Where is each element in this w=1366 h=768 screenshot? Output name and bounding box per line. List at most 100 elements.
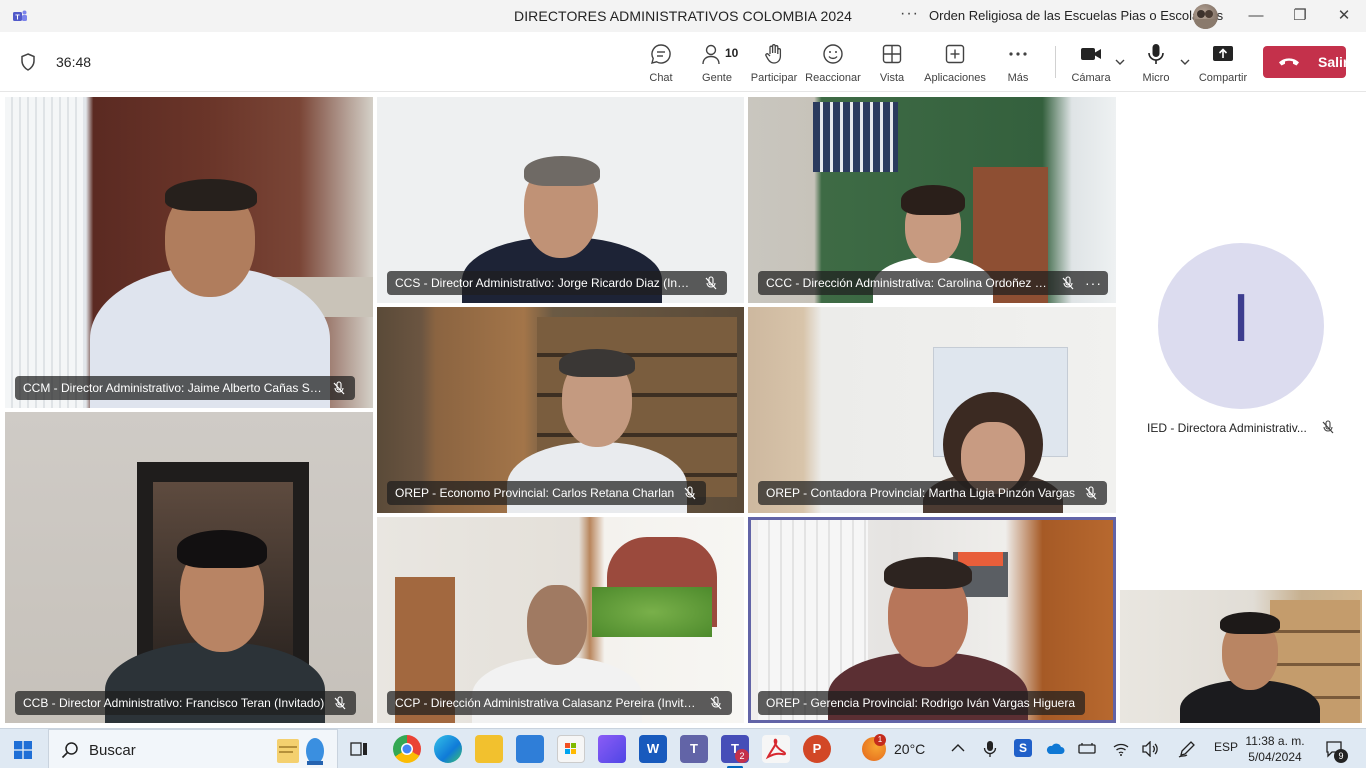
powerpoint-app[interactable]: P <box>803 735 831 763</box>
participant-name-label: CCS - Director Administrativo: Jorge Ric… <box>387 271 727 295</box>
view-label: Vista <box>879 72 905 84</box>
wifi-icon[interactable] <box>1113 741 1129 757</box>
taskbar-clock[interactable]: 11:38 a. m. 5/04/2024 <box>1244 733 1306 765</box>
file-explorer-app[interactable] <box>475 735 503 763</box>
meeting-timer: 36:48 <box>56 54 92 70</box>
raise-hand-icon <box>765 44 782 64</box>
participant-name-label: OREP - Gerencia Provincial: Rodrigo Iván… <box>758 691 1086 715</box>
participant-tile-orep-economo[interactable]: OREP - Economo Provincial: Carlos Retana… <box>377 307 744 513</box>
organization-avatar[interactable] <box>1193 4 1218 29</box>
participant-tile-ccb[interactable]: CCB - Director Administrativo: Francisco… <box>5 412 373 723</box>
add-apps-icon <box>945 44 965 64</box>
participant-tile-orep-contadora[interactable]: OREP - Contadora Provincial: Martha Ligi… <box>748 307 1116 513</box>
chrome-app[interactable] <box>393 735 421 763</box>
task-view-icon[interactable] <box>350 740 368 758</box>
teams-icon: T <box>690 741 698 756</box>
participant-name: CCS - Director Administrativo: Jorge Ric… <box>395 276 706 290</box>
participant-name: IED - Directora Administrativ... <box>1147 421 1307 435</box>
mic-muted-icon <box>334 696 346 710</box>
participant-tile-orep-gerencia[interactable]: OREP - Gerencia Provincial: Rodrigo Iván… <box>748 517 1116 723</box>
search-placeholder: Buscar <box>89 742 136 759</box>
meeting-toolbar: 36:48 Chat 10 Gente Participar Reacciona… <box>0 32 1366 92</box>
teams-app[interactable]: T 2 <box>721 735 749 763</box>
input-language[interactable]: ESP <box>1214 740 1238 754</box>
restore-button[interactable]: ❐ <box>1290 6 1310 26</box>
participant-name: CCM - Director Administrativo: Jaime Alb… <box>23 381 334 395</box>
taskbar-search[interactable]: Buscar <box>48 729 338 768</box>
participant-name-label: CCM - Director Administrativo: Jaime Alb… <box>15 376 355 400</box>
windows-taskbar: Buscar W T T 2 P 1 20°C S ESP 11:38 a. m… <box>0 728 1366 768</box>
folder-icon <box>475 735 503 763</box>
participant-name-label: OREP - Economo Provincial: Carlos Retana… <box>387 481 707 505</box>
volume-icon[interactable] <box>1142 741 1160 757</box>
edge-app[interactable] <box>434 735 462 763</box>
leave-button[interactable]: Salir <box>1263 46 1349 78</box>
network-device-icon[interactable] <box>1078 741 1096 756</box>
camera-icon <box>1081 48 1101 60</box>
store-icon <box>565 743 576 754</box>
close-window-button[interactable]: ✕ <box>1334 6 1354 26</box>
participant-tile-ccm[interactable]: CCM - Director Administrativo: Jaime Alb… <box>5 97 373 408</box>
onedrive-cloud-icon[interactable] <box>1045 742 1065 755</box>
title-bar: T DIRECTORES ADMINISTRATIVOS COLOMBIA 20… <box>0 0 1366 32</box>
control-panel-app[interactable] <box>516 735 544 763</box>
participant-name: OREP - Economo Provincial: Carlos Retana… <box>395 486 675 500</box>
more-label: Más <box>1007 72 1029 84</box>
chevron-up-icon[interactable] <box>951 743 965 753</box>
word-icon: W <box>646 741 660 756</box>
participant-avatar-ied[interactable]: I <box>1158 243 1324 409</box>
shelf-binders <box>813 102 898 172</box>
participant-name-label: CCC - Dirección Administrativa: Carolina… <box>758 271 1108 295</box>
organization-name[interactable]: Orden Religiosa de las Escuelas Pias o E… <box>929 8 1223 23</box>
avatar-initial: I <box>1231 283 1251 357</box>
video-gallery: CCM - Director Administrativo: Jaime Alb… <box>0 93 1366 728</box>
participant-name-label: OREP - Contadora Provincial: Martha Ligi… <box>758 481 1108 505</box>
people-icon <box>702 44 720 65</box>
microphone-icon <box>1148 44 1164 64</box>
powerpoint-icon: P <box>812 741 822 756</box>
tile-more-options[interactable]: ··· <box>1085 271 1102 295</box>
acrobat-app[interactable] <box>762 735 790 763</box>
store-app[interactable] <box>557 735 585 763</box>
shield-icon[interactable] <box>20 53 36 71</box>
windows-start-icon[interactable] <box>14 741 32 759</box>
people-count: 10 <box>725 46 739 60</box>
title-more-button[interactable]: ··· <box>900 5 919 23</box>
mic-muted-icon <box>684 486 696 500</box>
share-icon <box>1213 46 1233 61</box>
participant-tile-ccp[interactable]: CCP - Dirección Administrativa Calasanz … <box>377 517 744 723</box>
self-participant <box>1180 610 1320 723</box>
camera-label: Cámara <box>1071 72 1111 84</box>
weather-temperature[interactable]: 20°C <box>894 741 925 757</box>
more-icon <box>1009 52 1027 56</box>
minimize-button[interactable]: — <box>1246 6 1266 26</box>
mic-muted-icon <box>1322 420 1334 434</box>
share-button[interactable]: Compartir <box>1188 42 1258 84</box>
participant-tile-ccs[interactable]: CCS - Director Administrativo: Jorge Ric… <box>377 97 744 303</box>
share-label: Compartir <box>1198 72 1248 84</box>
edge-icon <box>434 735 462 763</box>
microphone-tray-icon[interactable] <box>983 740 997 758</box>
video-editor-app[interactable] <box>598 735 626 763</box>
word-app[interactable]: W <box>639 735 667 763</box>
org-avatar-image <box>1195 10 1216 29</box>
apps-button[interactable]: Aplicaciones <box>920 42 990 84</box>
pen-menu-icon[interactable] <box>1178 740 1196 758</box>
window-blinds <box>5 97 83 408</box>
participant-tile-ccc[interactable]: CCC - Dirección Administrativa: Carolina… <box>748 97 1116 303</box>
leave-label: Salir <box>1318 54 1349 70</box>
participant-video <box>80 147 340 408</box>
mic-muted-icon <box>1085 486 1097 500</box>
teams-personal-app[interactable]: T <box>680 735 708 763</box>
participant-name: CCC - Dirección Administrativa: Carolina… <box>766 276 1057 290</box>
skype-tray-icon[interactable]: S <box>1014 739 1032 757</box>
more-button[interactable]: Más <box>983 42 1053 84</box>
chat-icon <box>651 44 671 64</box>
participant-name: OREP - Gerencia Provincial: Rodrigo Iván… <box>766 696 1076 710</box>
participant-name: CCB - Director Administrativo: Francisco… <box>23 696 325 710</box>
self-view-video[interactable] <box>1120 590 1362 723</box>
view-button[interactable]: Vista <box>857 42 927 84</box>
acrobat-icon <box>765 738 786 760</box>
mic-muted-icon <box>1062 276 1074 290</box>
search-highlight-illustration <box>277 738 324 765</box>
